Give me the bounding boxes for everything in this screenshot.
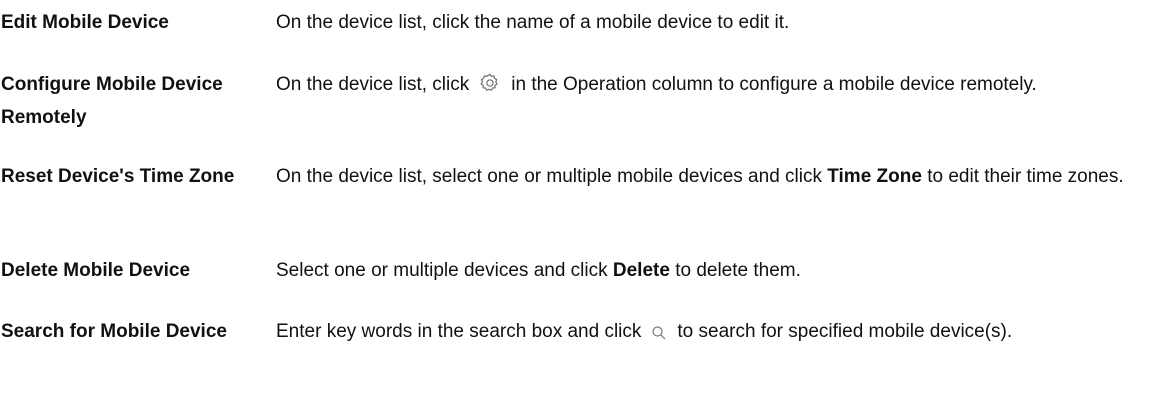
table-row: Search for Mobile Device Enter key words… [0, 315, 1170, 352]
description-text: Enter key words in the search box and cl… [276, 321, 642, 342]
delete-label: Delete [612, 260, 670, 281]
description: Select one or multiple devices and click… [276, 254, 1170, 287]
table-row: Reset Device's Time Zone On the device l… [0, 160, 1170, 193]
description: On the device list, click the name of a … [276, 6, 1170, 39]
description-text: Select one or multiple devices and click [276, 260, 608, 281]
description-text: On the device list, click [276, 74, 470, 95]
term-edit-mobile-device: Edit Mobile Device [1, 12, 169, 33]
term-search-mobile-device: Search for Mobile Device [1, 321, 227, 342]
table-row: Configure Mobile Device Remotely On the … [0, 68, 1170, 134]
description-text: to delete them. [675, 260, 801, 281]
search-icon [651, 319, 667, 352]
term-delete-mobile-device: Delete Mobile Device [1, 260, 191, 281]
table-row: Delete Mobile Device Select one or multi… [0, 254, 1170, 287]
time-zone-label: Time Zone [827, 166, 922, 187]
description-text: in the Operation column to configure a m… [511, 74, 1037, 95]
description-text: to search for specified mobile device(s)… [677, 321, 1013, 342]
gear-icon [479, 72, 501, 105]
description: On the device list, click in the Operatio… [276, 68, 1170, 105]
description-text: On the device list, click the name of a … [276, 12, 790, 33]
description: Enter key words in the search box and cl… [276, 315, 1170, 352]
operations-table: Edit Mobile Device On the device list, c… [0, 0, 1170, 395]
term-configure-mobile-device-remotely: Configure Mobile Device Remotely [1, 74, 223, 128]
description-text: On the device list, select one or multip… [276, 166, 822, 187]
description-text: to edit their time zones. [927, 166, 1124, 187]
description: On the device list, select one or multip… [276, 160, 1170, 193]
term-reset-time-zone: Reset Device's Time Zone [1, 166, 235, 187]
table-row: Edit Mobile Device On the device list, c… [0, 6, 1170, 39]
